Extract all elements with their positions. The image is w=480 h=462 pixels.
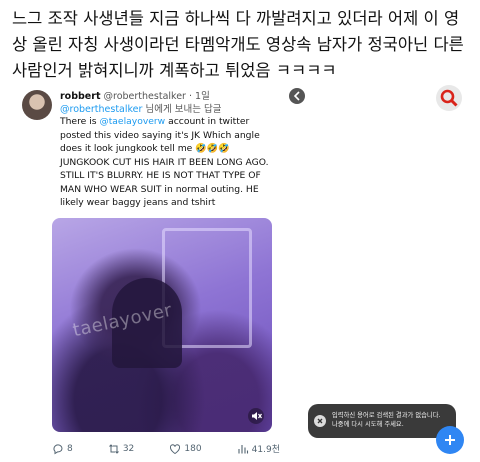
tweet-author-line: robbert @roberthestalker · 1일	[60, 88, 210, 102]
body-caps: JUNGKOOK CUT HIS HAIR IT BEEN LONG AGO. …	[60, 156, 269, 209]
reply-icon	[53, 443, 63, 454]
views-action[interactable]: 41.9천	[237, 442, 280, 455]
embedded-screenshot: robbert @roberthestalker · 1일 @roberthes…	[12, 80, 468, 462]
toast-close-button[interactable]	[314, 415, 326, 427]
reply-suffix: 님에게 보내는 답글	[145, 104, 222, 115]
add-button[interactable]	[436, 426, 464, 454]
close-icon	[317, 418, 323, 424]
search-button[interactable]	[436, 85, 462, 111]
mention-link[interactable]: @taelayoverw	[100, 116, 166, 127]
reply-handle-link[interactable]: @roberthestalker	[60, 104, 142, 115]
tweet-body: There is @taelayoverw account in twitter…	[60, 115, 274, 210]
no-results-toast: 입력하신 용어로 검색된 결과가 없습니다. 나중에 다시 시도해 주세요.	[308, 404, 456, 438]
retweet-icon	[108, 443, 119, 454]
search-panel: 입력하신 용어로 검색된 결과가 없습니다. 나중에 다시 시도해 주세요.	[284, 80, 468, 462]
back-button[interactable]	[289, 88, 305, 104]
views-count: 41.9천	[251, 445, 280, 455]
like-icon	[170, 443, 181, 454]
reply-count: 8	[67, 443, 73, 454]
post-text: 느그 조작 사생년들 지금 하나씩 다 까발려지고 있더라 어제 이 영상 올린…	[12, 9, 464, 80]
retweet-count: 32	[122, 443, 135, 454]
body-prefix: There is	[60, 116, 100, 127]
tweet-video[interactable]: taelayover	[52, 218, 272, 432]
tweet-actions: 8 32 180 41.9천	[52, 442, 280, 455]
toast-line-2: 나중에 다시 시도해 주세요.	[332, 421, 404, 428]
reply-action[interactable]: 8	[52, 442, 73, 455]
views-icon	[238, 444, 248, 453]
reply-line: @roberthestalker 님에게 보내는 답글	[60, 101, 221, 115]
back-arrow-icon	[293, 91, 300, 101]
like-action[interactable]: 180	[169, 442, 202, 455]
tweet: robbert @roberthestalker · 1일 @roberthes…	[12, 80, 280, 462]
mute-icon[interactable]	[248, 408, 264, 424]
plus-icon	[445, 435, 455, 445]
retweet-action[interactable]: 32	[108, 442, 134, 455]
search-icon	[440, 89, 458, 107]
like-count: 180	[184, 443, 202, 454]
toast-line-1: 입력하신 용어로 검색된 결과가 없습니다.	[332, 412, 441, 419]
avatar[interactable]	[22, 90, 52, 120]
